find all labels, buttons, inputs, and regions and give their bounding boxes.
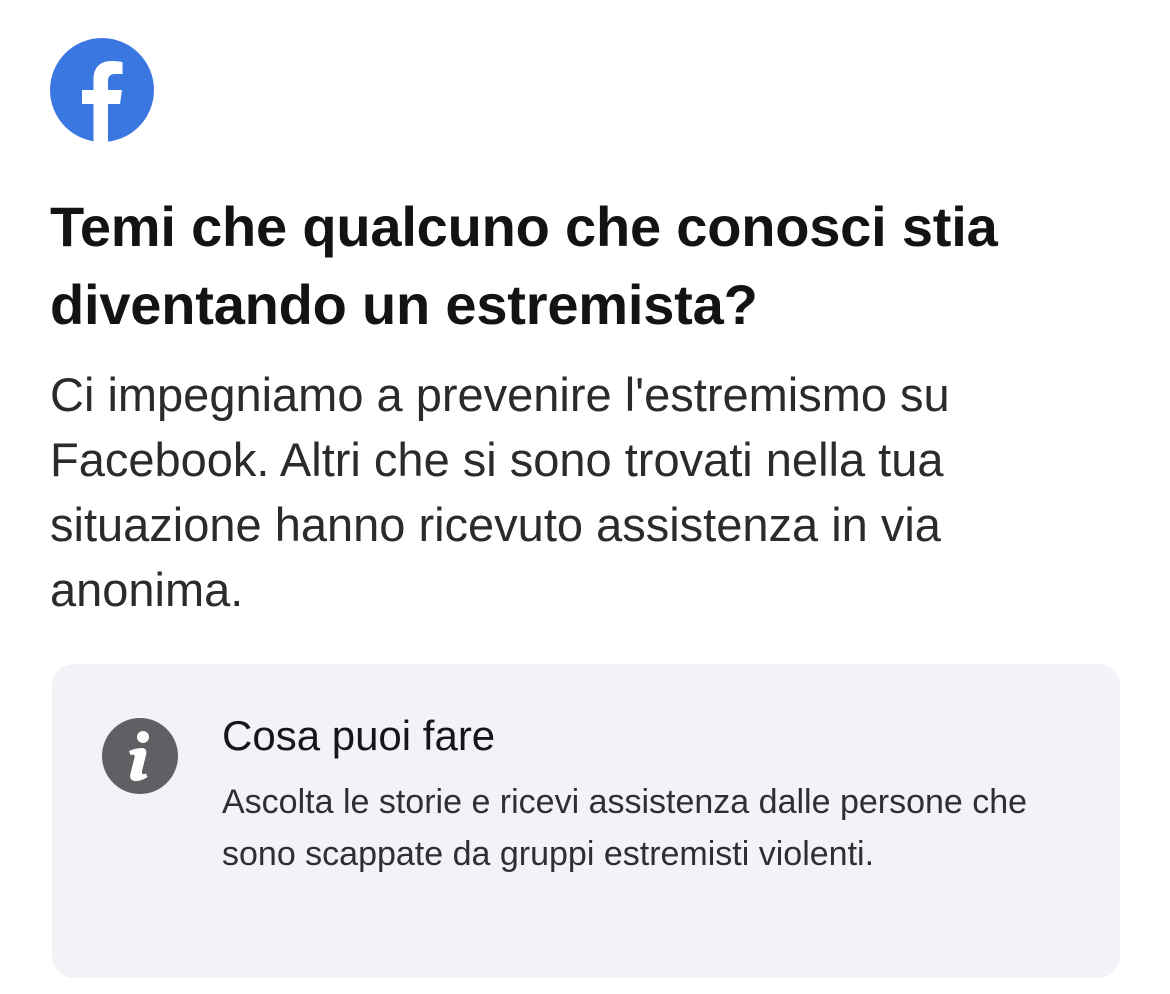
facebook-logo-icon (50, 38, 154, 142)
what-you-can-do-card[interactable]: Cosa puoi fare Ascolta le storie e ricev… (52, 664, 1120, 978)
info-card-description: Ascolta le storie e ricevi assistenza da… (222, 783, 1028, 873)
info-card-title: Cosa puoi fare (222, 712, 496, 759)
info-icon (102, 718, 178, 794)
extremism-prompt-page: Temi che qualcuno che conosci stia diven… (0, 0, 1170, 994)
page-title: Temi che qualcuno che conosci stia diven… (50, 195, 998, 336)
description-text: Ci impegniamo a prevenire l'estremismo s… (50, 368, 950, 616)
